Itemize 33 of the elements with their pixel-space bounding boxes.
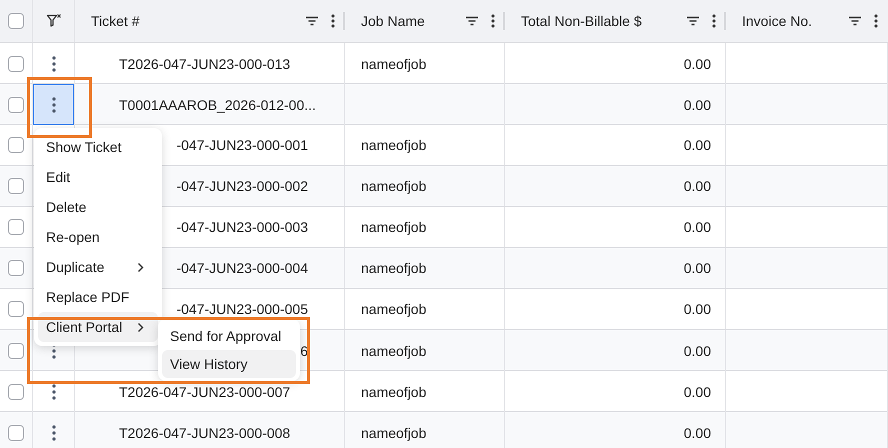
total-amount: 0.00 (684, 219, 711, 235)
ticket-number: -047-JUN23-000-005 (176, 301, 308, 317)
column-header: Total Non-Billable $ (521, 13, 643, 29)
total-amount: 0.00 (684, 301, 711, 317)
job-name: nameofjob (361, 424, 426, 440)
total-amount: 0.00 (684, 260, 711, 276)
ticket-number: 6 (300, 342, 308, 358)
total-amount: 0.00 (684, 424, 711, 440)
ticket-number: T0001AAAROB_2026-012-00... (119, 96, 316, 112)
ticket-number: -047-JUN23-000-002 (176, 178, 308, 194)
job-name: nameofjob (361, 342, 426, 358)
column-header: Invoice No. (742, 13, 814, 29)
ticket-number: -047-JUN23-000-003 (176, 219, 308, 235)
total-amount: 0.00 (684, 178, 711, 194)
total-amount: 0.00 (684, 96, 711, 112)
total-amount: 0.00 (684, 342, 711, 358)
job-name: nameofjob (361, 260, 426, 276)
ticket-number: T2026-047-JUN23-000-013 (119, 56, 290, 72)
column-header: Job Name (361, 13, 426, 29)
ticket-number: T2026-047-JUN23-000-007 (119, 384, 290, 400)
ticket-number: T2026-047-JUN23-000-008 (119, 424, 290, 440)
job-name: nameofjob (361, 56, 426, 72)
job-name: nameofjob (361, 301, 426, 317)
total-amount: 0.00 (684, 56, 711, 72)
ticket-number: -047-JUN23-000-001 (176, 137, 308, 153)
job-name: nameofjob (361, 384, 426, 400)
ticket-number: -047-JUN23-000-004 (176, 260, 308, 276)
total-amount: 0.00 (684, 384, 711, 400)
job-name: nameofjob (361, 219, 426, 235)
job-name: nameofjob (361, 178, 426, 194)
job-name: nameofjob (361, 137, 426, 153)
total-amount: 0.00 (684, 137, 711, 153)
column-header: Ticket # (91, 13, 140, 29)
